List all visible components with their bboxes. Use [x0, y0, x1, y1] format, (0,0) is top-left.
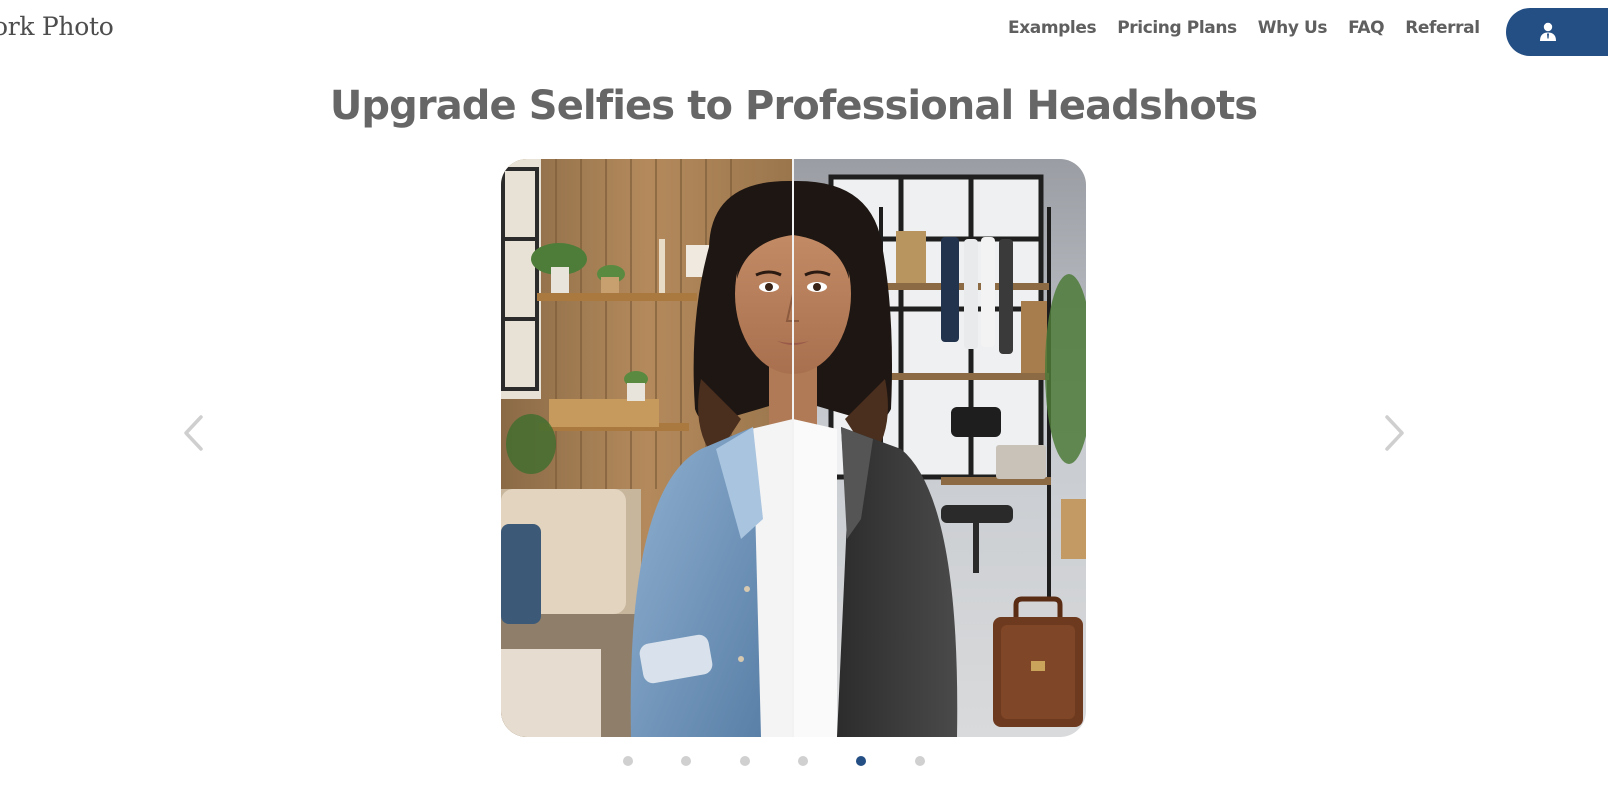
chevron-right-icon	[1385, 415, 1404, 451]
carousel-pagination	[0, 756, 1608, 768]
chevron-left-icon	[184, 415, 203, 451]
nav-link-faq[interactable]: FAQ	[1348, 18, 1384, 38]
before-after-portrait-image	[501, 159, 1086, 737]
site-logo[interactable]: ork Photo	[0, 12, 114, 41]
nav-link-why-us[interactable]: Why Us	[1258, 18, 1328, 38]
carousel-dot-1[interactable]	[623, 756, 633, 766]
hero-headline: Upgrade Selfies to Professional Headshot…	[329, 83, 1258, 129]
carousel-dot-2[interactable]	[681, 756, 691, 766]
nav-link-examples[interactable]: Examples	[1008, 18, 1097, 38]
carousel-dot-3[interactable]	[740, 756, 750, 766]
carousel-dot-6[interactable]	[915, 756, 925, 766]
main-nav: Examples Pricing Plans Why Us FAQ Referr…	[1008, 18, 1501, 38]
carousel-dot-5[interactable]	[856, 756, 866, 766]
account-button[interactable]	[1506, 8, 1608, 56]
nav-link-pricing-plans[interactable]: Pricing Plans	[1117, 18, 1237, 38]
user-icon	[1540, 22, 1556, 41]
nav-link-referral[interactable]: Referral	[1405, 18, 1480, 38]
carousel-next-button[interactable]	[1381, 414, 1407, 452]
carousel-slide-image	[501, 159, 1086, 737]
carousel-prev-button[interactable]	[181, 414, 207, 452]
carousel-dot-4[interactable]	[798, 756, 808, 766]
